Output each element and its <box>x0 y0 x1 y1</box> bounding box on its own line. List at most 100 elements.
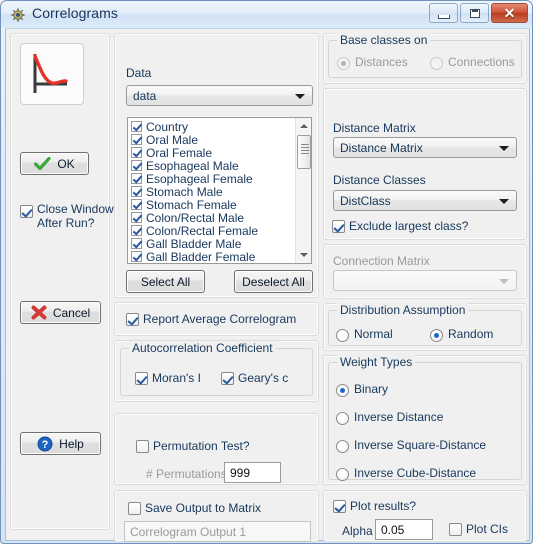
list-item-checkbox[interactable] <box>131 199 142 210</box>
report-average-label: Report Average Correlogram <box>143 312 297 326</box>
weight-type-inverse-cube-distance-label: Inverse Cube-Distance <box>354 466 477 480</box>
morans-i-checkbox[interactable] <box>135 372 148 385</box>
weight-type-radio-inverse-cube-distance[interactable] <box>336 468 349 481</box>
list-item-label: Colon/Rectal Male <box>146 210 245 225</box>
list-item[interactable]: Esophageal Male <box>131 159 311 173</box>
correlogram-curve-icon <box>33 54 68 93</box>
connection-matrix-label: Connection Matrix <box>333 254 430 268</box>
morans-i-label: Moran's I <box>152 371 201 385</box>
actions-panel <box>10 33 110 530</box>
list-item-checkbox[interactable] <box>131 160 142 171</box>
close-button[interactable]: ✕ <box>491 3 528 23</box>
list-item-label: Stomach Male <box>146 184 223 199</box>
list-item[interactable]: Gall Bladder Female <box>131 250 311 263</box>
chevron-down-icon <box>499 278 509 284</box>
data-group-label: Data <box>126 66 152 80</box>
window-title: Correlograms <box>32 5 118 21</box>
list-item[interactable]: Stomach Female <box>131 197 311 212</box>
list-item-checkbox[interactable] <box>131 225 142 236</box>
chevron-down-icon <box>295 93 305 99</box>
list-item-checkbox[interactable] <box>131 238 142 249</box>
connection-matrix-combo[interactable] <box>333 270 517 291</box>
scrollbar-thumb[interactable] <box>297 135 311 169</box>
permutations-value: 999 <box>230 465 251 480</box>
help-button-label: Help <box>59 436 84 451</box>
list-item[interactable]: Stomach Male <box>131 184 311 199</box>
base-classes-distances-label: Distances <box>355 55 408 69</box>
weight-type-radio-binary[interactable] <box>336 384 349 397</box>
weight-types-group-title: Weight Types <box>337 355 416 369</box>
list-item[interactable]: Gall Bladder Male <box>131 236 311 251</box>
save-output-checkbox[interactable] <box>128 502 141 515</box>
select-all-button[interactable]: Select All <box>126 270 205 293</box>
caret-up-icon <box>300 124 308 128</box>
base-classes-group-title: Base classes on <box>337 33 431 47</box>
list-item[interactable]: Colon/Rectal Male <box>131 210 311 225</box>
list-item[interactable]: Esophageal Female <box>131 171 311 186</box>
list-item-checkbox[interactable] <box>131 251 142 262</box>
alpha-input[interactable]: 0.05 <box>375 519 433 540</box>
ok-button[interactable]: OK <box>20 152 89 175</box>
report-average-checkbox[interactable] <box>126 313 139 326</box>
caret-down-icon <box>300 253 308 257</box>
list-item-label: Esophageal Female <box>146 171 253 186</box>
distance-panel <box>323 88 527 240</box>
sun-app-icon <box>10 7 26 23</box>
list-item-checkbox[interactable] <box>131 173 142 184</box>
close-window-label-line2: After Run? <box>37 216 95 230</box>
weight-type-radio-inverse-distance[interactable] <box>336 412 349 425</box>
list-item-checkbox[interactable] <box>131 212 142 223</box>
help-icon: ? <box>37 436 53 451</box>
plot-cis-checkbox[interactable] <box>449 523 462 536</box>
distance-classes-combo[interactable]: DistClass <box>333 190 517 211</box>
dataset-combo[interactable]: data <box>126 85 313 106</box>
autocorrelation-group-title: Autocorrelation Coefficient <box>129 341 276 355</box>
list-item-label: Gall Bladder Male <box>146 236 242 251</box>
alpha-value: 0.05 <box>381 522 405 537</box>
list-item-checkbox[interactable] <box>131 121 142 132</box>
variable-list-scrollbar[interactable] <box>295 118 311 263</box>
base-classes-connections-label: Connections <box>448 55 515 69</box>
distance-matrix-value: Distance Matrix <box>340 140 423 155</box>
list-item[interactable]: Oral Male <box>131 132 311 147</box>
list-item[interactable]: Colon/Rectal Female <box>131 224 311 238</box>
list-item-checkbox[interactable] <box>131 147 142 158</box>
list-item-label: Stomach Female <box>146 197 237 212</box>
scroll-down-button[interactable] <box>296 247 311 263</box>
distribution-radio-normal[interactable] <box>336 329 349 342</box>
list-item-checkbox[interactable] <box>131 134 142 145</box>
save-output-name-input[interactable]: Correlogram Output 1 <box>124 521 311 542</box>
minimize-icon <box>438 15 450 19</box>
exclude-largest-class-checkbox[interactable] <box>332 220 345 233</box>
plot-results-checkbox[interactable] <box>333 500 346 513</box>
chevron-down-icon <box>499 145 509 151</box>
correlogram-preview-box <box>20 43 84 105</box>
list-item-checkbox[interactable] <box>131 186 142 197</box>
close-window-checkbox[interactable] <box>20 205 33 218</box>
base-classes-radio-connections[interactable] <box>430 57 443 70</box>
list-item[interactable]: Country <box>131 120 311 134</box>
maximize-button[interactable] <box>460 3 489 23</box>
minimize-button[interactable] <box>429 3 458 23</box>
distance-matrix-combo[interactable]: Distance Matrix <box>333 137 517 158</box>
cancel-button[interactable]: Cancel <box>20 301 101 324</box>
dataset-combo-value: data <box>133 88 157 103</box>
select-all-label: Select All <box>140 274 191 289</box>
permutations-input[interactable]: 999 <box>224 462 281 483</box>
gearys-c-label: Geary's c <box>238 371 289 385</box>
help-button[interactable]: ? Help <box>20 432 101 455</box>
permutation-test-label: Permutation Test? <box>153 439 250 453</box>
exclude-largest-class-label: Exclude largest class? <box>349 219 469 233</box>
svg-text:?: ? <box>42 439 49 451</box>
list-item[interactable]: Oral Female <box>131 146 311 160</box>
variable-list[interactable]: Country Oral Male Oral Female Esophageal Ma… <box>127 117 312 264</box>
list-item-label: Oral Male <box>146 132 199 147</box>
deselect-all-button[interactable]: Deselect All <box>234 270 313 293</box>
weight-type-radio-inverse-square-distance[interactable] <box>336 440 349 453</box>
gearys-c-checkbox[interactable] <box>221 372 234 385</box>
base-classes-radio-distances[interactable] <box>337 57 350 70</box>
scroll-up-button[interactable] <box>296 118 311 134</box>
permutation-test-checkbox[interactable] <box>136 440 149 453</box>
distribution-radio-random[interactable] <box>430 329 443 342</box>
variable-list-items: Country Oral Male Oral Female Esophageal Ma… <box>128 118 311 263</box>
